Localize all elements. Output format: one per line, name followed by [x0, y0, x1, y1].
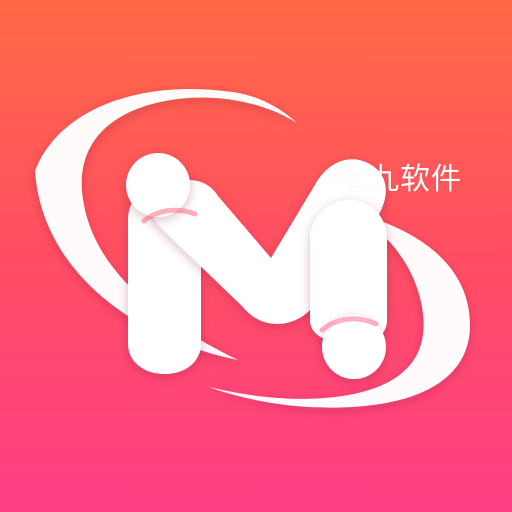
- m-logo-icon: [35, 88, 470, 408]
- app-icon-tile: 七九软件: [0, 0, 512, 512]
- watermark-text: 七九软件: [338, 162, 462, 197]
- top-left-dot-icon: [126, 153, 190, 217]
